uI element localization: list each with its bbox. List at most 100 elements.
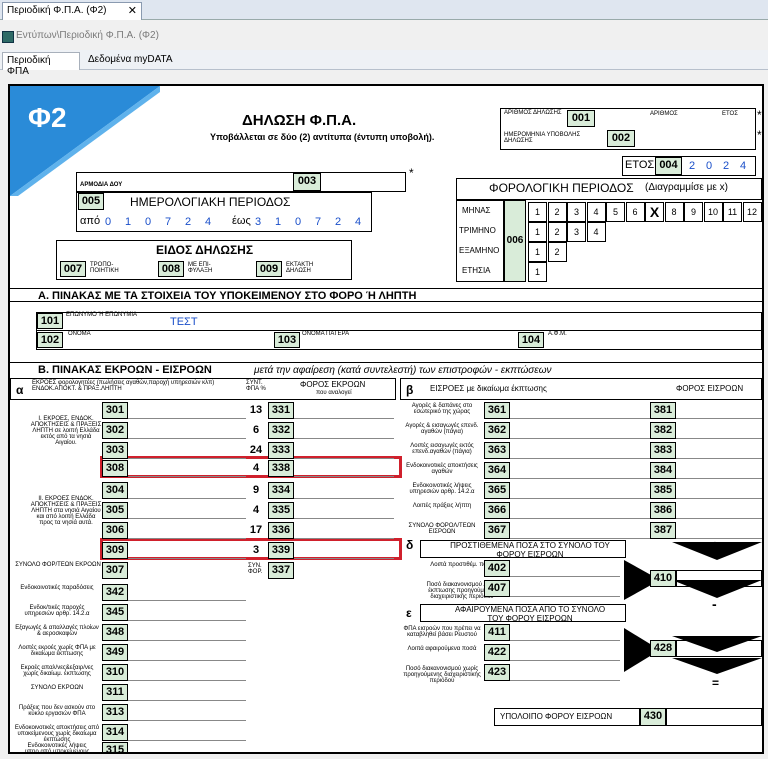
value-field-310[interactable] [128, 664, 246, 681]
date-digit[interactable]: 2 [180, 215, 196, 229]
value-field-345[interactable] [128, 604, 246, 621]
type-me-epifylaxi: ΜΕ ΕΠΙ-ΦΥΛΑΞΗ [188, 262, 213, 274]
period-cell[interactable]: 3 [567, 222, 586, 242]
value-field-314[interactable] [128, 724, 246, 741]
value-field-303[interactable] [128, 442, 246, 459]
value-field-304[interactable] [128, 482, 246, 499]
value-field-411[interactable] [510, 624, 620, 641]
value-field-348[interactable] [128, 624, 246, 641]
rate-306: 17 [249, 524, 263, 536]
rate-303: 24 [249, 444, 263, 456]
period-cell[interactable]: 1 [528, 222, 547, 242]
period-cell[interactable]: 4 [586, 202, 606, 222]
date-digit[interactable]: 0 [100, 215, 116, 229]
date-digit[interactable]: 1 [270, 215, 286, 229]
year-digit-1[interactable]: 2 [684, 159, 700, 173]
code-103: 103 [274, 332, 300, 348]
tax-field-333[interactable] [294, 442, 394, 459]
date-digit[interactable]: 3 [250, 215, 266, 229]
value-field-362[interactable] [510, 422, 650, 439]
value-field-361[interactable] [510, 402, 650, 419]
date-digit[interactable]: 4 [350, 215, 366, 229]
subtitle: Υποβάλλεται σε δύο (2) αντίτυπα (έντυπη … [210, 132, 435, 142]
tax-field-386[interactable] [676, 502, 762, 519]
field-430[interactable] [666, 708, 762, 726]
tax-field-332[interactable] [294, 422, 394, 439]
tab-mydata[interactable]: Δεδομένα myDATA [84, 52, 184, 70]
field-428[interactable] [676, 640, 762, 657]
year-digit-2[interactable]: 0 [701, 159, 717, 173]
period-cell[interactable]: X [645, 202, 664, 222]
tax-field-384[interactable] [676, 462, 762, 479]
prostithemena-label: ΠΡΟΣΤΙΘΕΜΕΝΑ ΠΟΣΑ ΣΤΟ ΣΥΝΟΛΟ ΤΟΥ ΦΟΡΟΥ Ε… [450, 541, 610, 559]
field-410[interactable] [676, 570, 762, 587]
value-field-366[interactable] [510, 502, 650, 519]
period-cell[interactable]: 1 [528, 242, 547, 262]
value-field-306[interactable] [128, 522, 246, 539]
date-digit[interactable]: 7 [310, 215, 326, 229]
value-field-301[interactable] [128, 402, 246, 419]
close-icon[interactable]: ✕ [128, 4, 137, 17]
value-field-311[interactable] [128, 684, 246, 701]
tab-periodiki-fpa[interactable]: Περιοδική ΦΠΑ [2, 52, 80, 77]
period-cell[interactable]: 10 [703, 202, 723, 222]
tax-field-331[interactable] [294, 402, 394, 419]
tax-field-381[interactable] [676, 402, 762, 419]
minus-sign: - [712, 596, 717, 612]
value-field-305[interactable] [128, 502, 246, 519]
period-cell[interactable]: 2 [547, 242, 567, 262]
date-digit[interactable]: 7 [160, 215, 176, 229]
period-cell[interactable]: 1 [528, 202, 547, 222]
value-field-309[interactable] [128, 542, 246, 559]
value-field-308[interactable] [128, 460, 246, 477]
value-field-422[interactable] [510, 644, 620, 661]
value-field-315[interactable] [128, 742, 246, 752]
period-cell[interactable]: 4 [586, 222, 606, 242]
tax-field-338[interactable] [294, 460, 394, 477]
tax-field-387[interactable] [676, 522, 762, 539]
tax-field-383[interactable] [676, 442, 762, 459]
year-digit-4[interactable]: 4 [735, 159, 751, 173]
value-field-349[interactable] [128, 644, 246, 661]
year-digit-3[interactable]: 2 [718, 159, 734, 173]
date-digit[interactable]: 4 [200, 215, 216, 229]
value-field-313[interactable] [128, 704, 246, 721]
tax-field-385[interactable] [676, 482, 762, 499]
value-field-302[interactable] [128, 422, 246, 439]
period-cell[interactable]: 5 [606, 202, 625, 222]
period-cell[interactable]: 3 [567, 202, 586, 222]
value-field-364[interactable] [510, 462, 650, 479]
tax-field-336[interactable] [294, 522, 394, 539]
date-digit[interactable]: 0 [290, 215, 306, 229]
code-009[interactable]: 009 [256, 261, 282, 277]
code-007[interactable]: 007 [60, 261, 86, 277]
value-field-342[interactable] [128, 584, 246, 601]
period-cell[interactable]: 1 [528, 262, 547, 282]
period-cell[interactable]: 6 [625, 202, 645, 222]
period-cell[interactable]: 9 [684, 202, 703, 222]
value-field-407[interactable] [510, 580, 620, 597]
tax-field-335[interactable] [294, 502, 394, 519]
value-field-367[interactable] [510, 522, 650, 539]
tax-field-334[interactable] [294, 482, 394, 499]
period-half-label: ΕΞΑΜΗΝΟ [459, 246, 500, 255]
document-tab[interactable]: Περιοδική Φ.Π.Α. (Φ2) ✕ [2, 2, 142, 20]
value-field-363[interactable] [510, 442, 650, 459]
value-field-423[interactable] [510, 664, 620, 681]
fiscal-period-label: ΦΟΡΟΛΟΓΙΚΗ ΠΕΡΙΟΔΟΣ [489, 181, 634, 195]
value-field-365[interactable] [510, 482, 650, 499]
period-cell[interactable]: 12 [742, 202, 762, 222]
code-101: 101 [37, 313, 63, 329]
date-digit[interactable]: 2 [330, 215, 346, 229]
value-field-402[interactable] [510, 560, 620, 577]
eponymo-value[interactable]: ΤΕΣΤ [170, 316, 198, 328]
code-008[interactable]: 008 [158, 261, 184, 277]
period-cell[interactable]: 11 [723, 202, 742, 222]
period-cell[interactable]: 8 [664, 202, 684, 222]
period-cell[interactable]: 2 [547, 202, 567, 222]
date-digit[interactable]: 0 [140, 215, 156, 229]
tax-field-382[interactable] [676, 422, 762, 439]
period-cell[interactable]: 2 [547, 222, 567, 242]
tax-field-339[interactable] [294, 542, 394, 559]
date-digit[interactable]: 1 [120, 215, 136, 229]
